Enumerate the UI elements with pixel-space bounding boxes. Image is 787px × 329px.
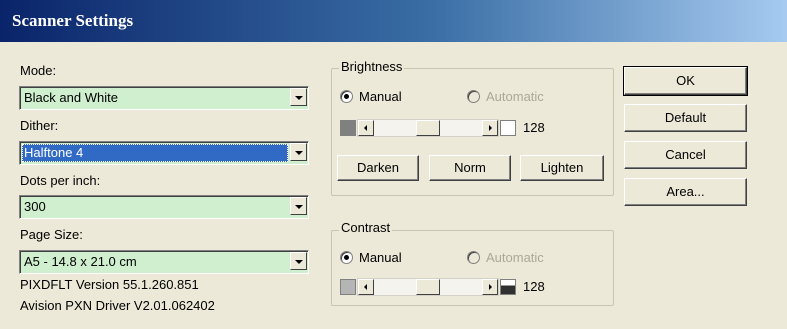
scanner-settings-dialog: Scanner Settings Mode: Black and White D… <box>0 0 787 329</box>
contrast-legend: Contrast <box>339 220 393 235</box>
high-contrast-swatch <box>500 279 516 295</box>
contrast-automatic-label: Automatic <box>486 250 544 265</box>
norm-label: Norm <box>454 160 486 175</box>
dpi-dropdown[interactable]: 300 <box>19 195 309 219</box>
cancel-button[interactable]: Cancel <box>624 141 747 169</box>
driver-name: Avision PXN Driver V2.01.062402 <box>20 298 215 313</box>
default-button[interactable]: Default <box>624 104 747 132</box>
mode-label: Mode: <box>20 63 57 78</box>
chevron-down-icon[interactable] <box>290 88 307 106</box>
lighten-button[interactable]: Lighten <box>520 155 604 181</box>
radio-unselected-icon <box>467 90 480 103</box>
lighten-label: Lighten <box>540 160 584 175</box>
brightness-manual-label: Manual <box>359 89 402 104</box>
dither-label: Dither: <box>20 118 59 133</box>
brightness-value: 128 <box>523 120 545 135</box>
darken-label: Darken <box>357 160 399 175</box>
low-contrast-swatch <box>340 279 356 295</box>
ok-label: OK <box>676 73 695 88</box>
ok-button[interactable]: OK <box>623 66 748 96</box>
scroll-left-button[interactable] <box>358 279 374 295</box>
contrast-slider[interactable] <box>357 278 499 296</box>
chevron-down-icon[interactable] <box>290 252 307 270</box>
brightness-automatic-label: Automatic <box>486 89 544 104</box>
chevron-down-icon[interactable] <box>290 197 307 215</box>
brightness-slider-thumb[interactable] <box>416 120 440 136</box>
radio-selected-icon <box>340 251 353 264</box>
radio-unselected-icon <box>467 251 480 264</box>
mode-dropdown[interactable]: Black and White <box>19 86 309 110</box>
default-label: Default <box>664 110 707 125</box>
norm-button[interactable]: Norm <box>429 155 511 181</box>
brightness-legend: Brightness <box>339 59 405 74</box>
pagesize-dropdown[interactable]: A5 - 14.8 x 21.0 cm <box>19 250 309 274</box>
contrast-manual-radio[interactable]: Manual <box>340 250 402 265</box>
pagesize-value: A5 - 14.8 x 21.0 cm <box>24 254 137 269</box>
window-title: Scanner Settings <box>12 11 134 30</box>
contrast-slider-thumb[interactable] <box>416 279 440 295</box>
area-button[interactable]: Area... <box>624 178 747 206</box>
brightness-slider[interactable] <box>357 119 499 137</box>
driver-version: PIXDFLT Version 55.1.260.851 <box>20 277 199 292</box>
radio-selected-icon <box>340 90 353 103</box>
dark-swatch <box>340 120 356 136</box>
cancel-label: Cancel <box>665 147 706 162</box>
scroll-right-button[interactable] <box>482 279 498 295</box>
dpi-value: 300 <box>24 199 46 214</box>
darken-button[interactable]: Darken <box>337 155 419 181</box>
dpi-label: Dots per inch: <box>20 173 101 188</box>
contrast-automatic-radio[interactable]: Automatic <box>467 250 544 265</box>
contrast-value: 128 <box>523 279 545 294</box>
mode-value: Black and White <box>24 90 118 105</box>
scroll-right-button[interactable] <box>482 120 498 136</box>
light-swatch <box>500 120 516 136</box>
brightness-automatic-radio[interactable]: Automatic <box>467 89 544 104</box>
title-bar[interactable]: Scanner Settings <box>0 0 787 42</box>
dither-value: Halftone 4 <box>24 145 84 160</box>
brightness-manual-radio[interactable]: Manual <box>340 89 402 104</box>
area-label: Area... <box>666 184 705 199</box>
dither-dropdown[interactable]: Halftone 4 <box>19 141 309 165</box>
scroll-left-button[interactable] <box>358 120 374 136</box>
chevron-down-icon[interactable] <box>290 143 307 161</box>
contrast-manual-label: Manual <box>359 250 402 265</box>
pagesize-label: Page Size: <box>20 227 83 242</box>
